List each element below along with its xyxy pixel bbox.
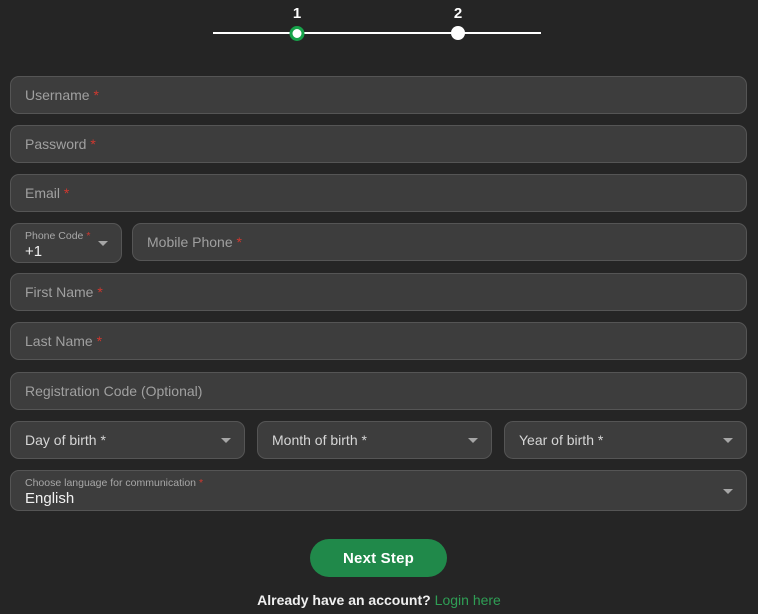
first-name-field[interactable]: First Name * bbox=[10, 273, 747, 311]
month-of-birth-select[interactable]: Month of birth * bbox=[257, 421, 492, 459]
required-asterisk: * bbox=[86, 230, 91, 242]
next-step-button[interactable]: Next Step bbox=[310, 539, 447, 577]
registration-code-field[interactable]: Registration Code (Optional) bbox=[10, 372, 747, 410]
day-of-birth-select[interactable]: Day of birth * bbox=[10, 421, 245, 459]
day-of-birth-placeholder: Day of birth * bbox=[25, 432, 106, 448]
password-field[interactable]: Password * bbox=[10, 125, 747, 163]
chevron-down-icon[interactable] bbox=[98, 241, 108, 246]
first-name-placeholder: First Name * bbox=[25, 284, 103, 300]
month-of-birth-placeholder: Month of birth * bbox=[272, 432, 367, 448]
email-field[interactable]: Email * bbox=[10, 174, 747, 212]
stepper-progress-line bbox=[213, 32, 541, 34]
required-asterisk: * bbox=[93, 87, 99, 103]
required-asterisk: * bbox=[63, 185, 70, 201]
language-value: English bbox=[25, 490, 75, 507]
required-asterisk: * bbox=[90, 136, 96, 152]
username-placeholder: Username * bbox=[25, 87, 99, 103]
mobile-phone-placeholder: Mobile Phone * bbox=[147, 234, 242, 250]
last-name-field[interactable]: Last Name * bbox=[10, 322, 747, 360]
phone-code-select[interactable]: Phone Code * +1 bbox=[10, 223, 122, 263]
login-here-link[interactable]: Login here bbox=[435, 592, 501, 608]
phone-code-value: +1 bbox=[25, 243, 43, 260]
username-field[interactable]: Username * bbox=[10, 76, 747, 114]
password-placeholder: Password * bbox=[25, 136, 96, 152]
mobile-phone-field[interactable]: Mobile Phone * bbox=[132, 223, 747, 261]
login-prompt-text: Already have an account? bbox=[257, 592, 431, 608]
phone-code-label: Phone Code * bbox=[25, 230, 91, 242]
stepper-step-2-dot bbox=[451, 26, 465, 40]
language-select[interactable]: Choose language for communication * Engl… bbox=[10, 470, 747, 511]
chevron-down-icon[interactable] bbox=[723, 488, 733, 494]
login-prompt: Already have an account? Login here bbox=[0, 592, 758, 608]
required-asterisk: * bbox=[96, 333, 103, 349]
stepper-step-1[interactable]: 1 bbox=[289, 6, 305, 41]
registration-stepper: 1 2 bbox=[213, 6, 541, 46]
chevron-down-icon[interactable] bbox=[221, 438, 231, 443]
stepper-step-2-label: 2 bbox=[453, 5, 463, 22]
stepper-step-1-label: 1 bbox=[292, 5, 302, 22]
required-asterisk: * bbox=[198, 477, 204, 489]
registration-code-placeholder: Registration Code (Optional) bbox=[25, 383, 203, 399]
chevron-down-icon[interactable] bbox=[468, 438, 478, 443]
required-asterisk: * bbox=[236, 234, 242, 250]
year-of-birth-select[interactable]: Year of birth * bbox=[504, 421, 747, 459]
required-asterisk: * bbox=[97, 284, 103, 300]
last-name-placeholder: Last Name * bbox=[25, 333, 103, 349]
registration-page: 1 2 Username * Password * Email * Phone … bbox=[0, 0, 758, 614]
chevron-down-icon[interactable] bbox=[723, 438, 733, 443]
year-of-birth-placeholder: Year of birth * bbox=[519, 432, 604, 448]
stepper-step-2[interactable]: 2 bbox=[451, 6, 465, 40]
email-placeholder: Email * bbox=[25, 185, 70, 201]
language-label: Choose language for communication * bbox=[25, 477, 204, 489]
stepper-step-1-dot bbox=[289, 26, 305, 41]
